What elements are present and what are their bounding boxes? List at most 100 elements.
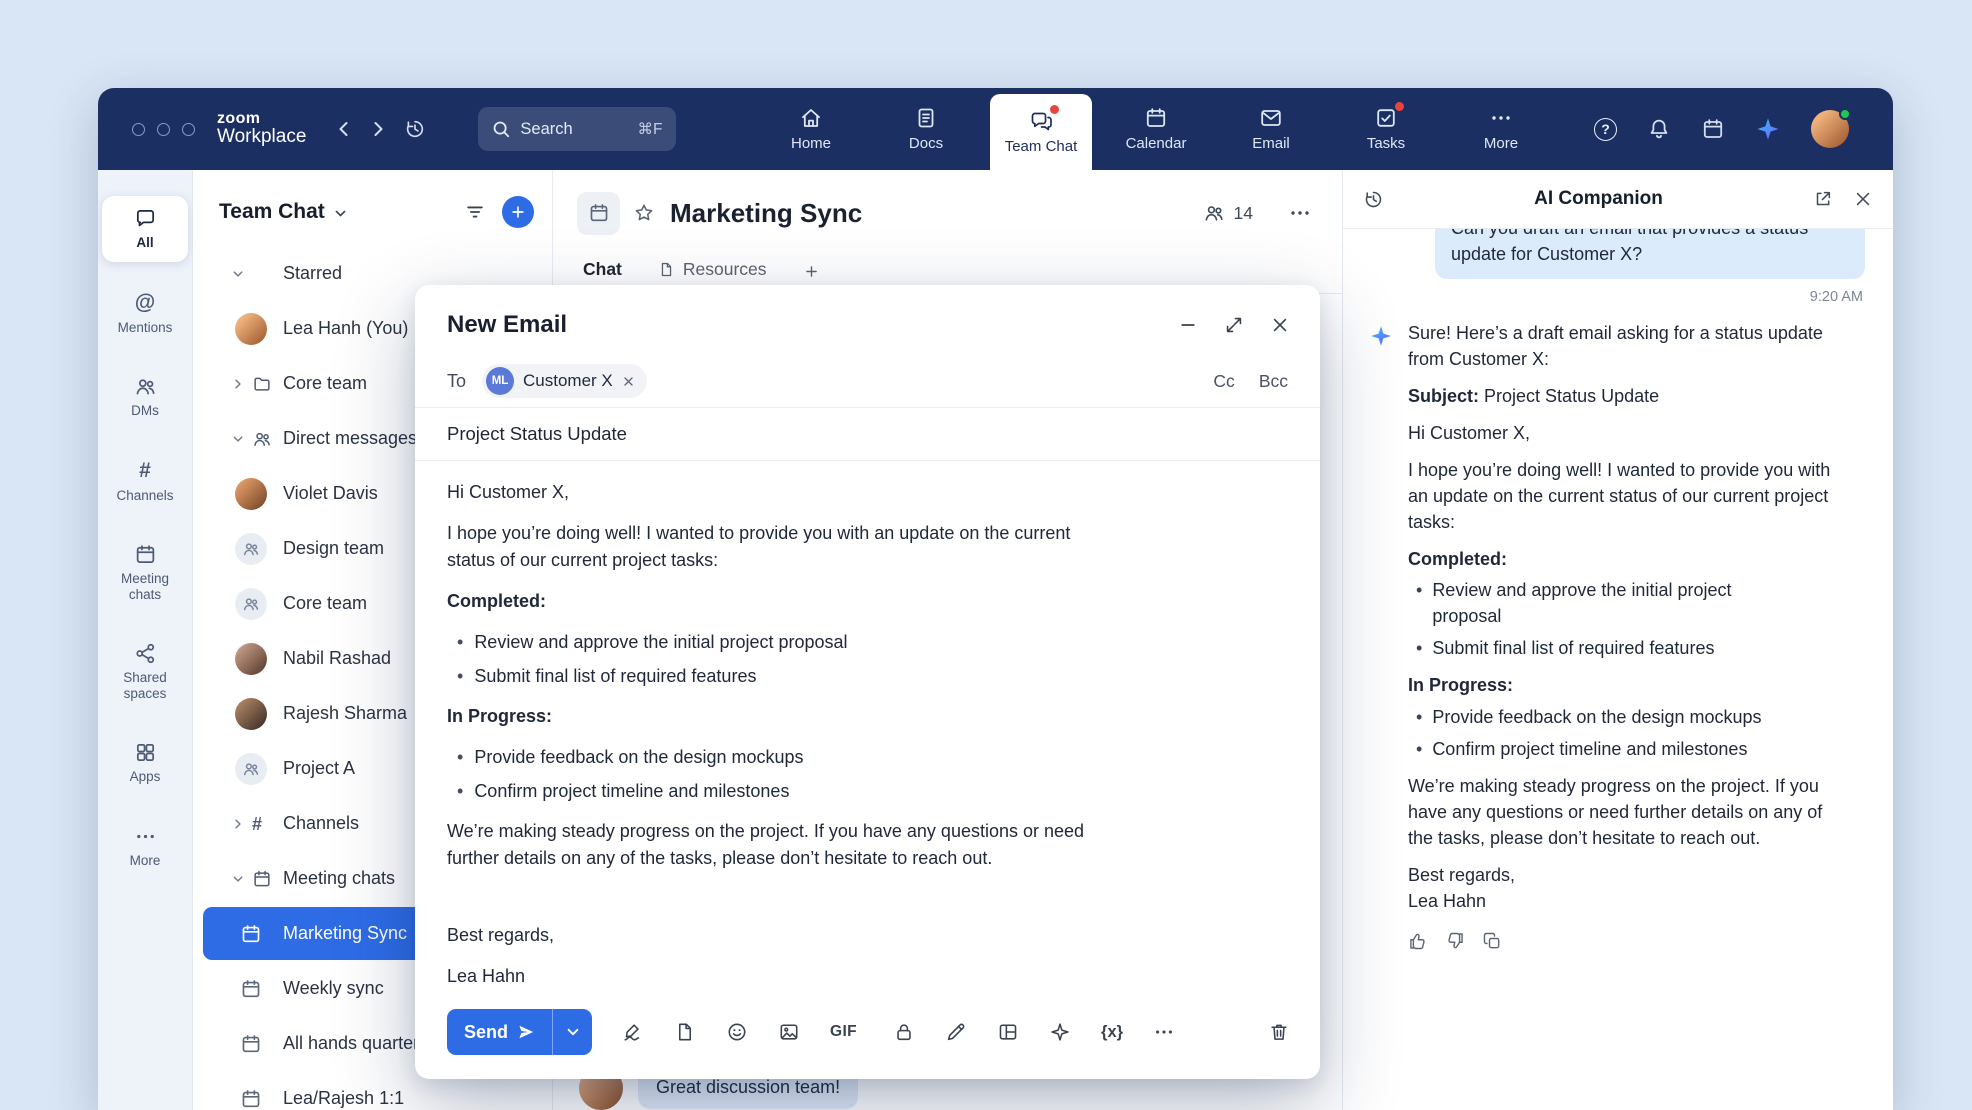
search-input[interactable]: Search ⌘F bbox=[478, 107, 676, 151]
caret-down-icon[interactable] bbox=[232, 268, 252, 280]
close-icon[interactable] bbox=[1853, 189, 1873, 209]
window-control-zoom[interactable] bbox=[182, 123, 195, 136]
ai-closing: We’re making steady progress on the proj… bbox=[1408, 774, 1840, 852]
bcc-button[interactable]: Bcc bbox=[1259, 371, 1288, 392]
new-chat-button[interactable] bbox=[502, 196, 534, 228]
filter-icon[interactable] bbox=[464, 201, 486, 223]
send-options-button[interactable] bbox=[552, 1009, 592, 1055]
attach-file-icon[interactable] bbox=[674, 1021, 696, 1043]
open-external-icon[interactable] bbox=[1813, 189, 1833, 209]
window-control-minimize[interactable] bbox=[157, 123, 170, 136]
list-item-text: Review and approve the initial project p… bbox=[1432, 578, 1801, 630]
send-button[interactable]: Send bbox=[447, 1009, 552, 1055]
docs-icon bbox=[914, 106, 938, 130]
cc-button[interactable]: Cc bbox=[1213, 371, 1234, 392]
back-arrow-icon[interactable] bbox=[334, 119, 354, 139]
chat-item-label: All hands quarterly bbox=[283, 1033, 432, 1054]
body-closing: We’re making steady progress on the proj… bbox=[447, 818, 1087, 872]
subject-input[interactable]: Project Status Update bbox=[415, 408, 1320, 461]
ai-completed-header: Completed: bbox=[1408, 547, 1840, 573]
nav-docs-label: Docs bbox=[909, 135, 943, 152]
chat-item-label: Lea Hanh (You) bbox=[283, 318, 408, 339]
discard-draft-icon[interactable] bbox=[1268, 1021, 1290, 1043]
meeting-calendar-icon bbox=[252, 869, 283, 889]
copy-icon[interactable] bbox=[1482, 931, 1502, 951]
ai-paragraph: I hope you’re doing well! I wanted to pr… bbox=[1408, 458, 1840, 536]
star-icon[interactable] bbox=[633, 202, 655, 224]
user-avatar[interactable] bbox=[1811, 110, 1849, 148]
signature-icon[interactable] bbox=[622, 1021, 644, 1043]
brand-zoom: zoom bbox=[217, 110, 306, 127]
toolbar-more-icon[interactable] bbox=[1153, 1021, 1175, 1043]
gif-button[interactable]: GIF bbox=[830, 1023, 857, 1041]
thumbs-down-icon[interactable] bbox=[1445, 931, 1465, 951]
caret-right-icon[interactable] bbox=[232, 378, 252, 390]
meeting-chat-icon bbox=[235, 978, 267, 1000]
minimize-icon[interactable] bbox=[1178, 315, 1198, 335]
forward-arrow-icon[interactable] bbox=[368, 119, 388, 139]
rail-item-apps[interactable]: Apps bbox=[102, 730, 188, 796]
thumbs-up-icon[interactable] bbox=[1408, 931, 1428, 951]
ai-signoff: Best regards, bbox=[1408, 863, 1840, 889]
list-item: Submit final list of required features bbox=[1416, 636, 1801, 662]
caret-right-icon[interactable] bbox=[232, 818, 252, 830]
rail-item-shared-spaces[interactable]: Shared spaces bbox=[102, 631, 188, 712]
ai-compose-sparkle-icon[interactable] bbox=[1049, 1021, 1071, 1043]
expand-icon[interactable] bbox=[1224, 315, 1244, 335]
tab-resources-label: Resources bbox=[683, 259, 767, 280]
edit-pencil-icon[interactable] bbox=[945, 1021, 967, 1043]
recipient-row[interactable]: To ML Customer X Cc Bcc bbox=[415, 355, 1320, 408]
nav-docs[interactable]: Docs bbox=[875, 88, 977, 170]
close-icon[interactable] bbox=[1270, 315, 1290, 335]
recipient-chip[interactable]: ML Customer X bbox=[482, 364, 647, 398]
chat-more-icon[interactable] bbox=[1288, 201, 1312, 225]
history-nav bbox=[334, 119, 388, 139]
email-icon bbox=[1259, 106, 1283, 130]
email-body-editor[interactable]: Hi Customer X, I hope you’re doing well!… bbox=[415, 461, 1320, 997]
ai-sparkle-icon bbox=[1369, 321, 1395, 951]
rail-item-all[interactable]: All bbox=[102, 196, 188, 262]
rail-item-meeting-chats[interactable]: Meeting chats bbox=[102, 532, 188, 613]
nav-calendar[interactable]: Calendar bbox=[1105, 88, 1207, 170]
help-icon[interactable]: ? bbox=[1594, 118, 1617, 141]
history-clock-icon[interactable] bbox=[1363, 189, 1384, 210]
caret-down-icon[interactable] bbox=[232, 873, 252, 885]
nav-tasks[interactable]: Tasks bbox=[1335, 88, 1437, 170]
notifications-bell-icon[interactable] bbox=[1647, 117, 1671, 141]
template-layout-icon[interactable] bbox=[997, 1021, 1019, 1043]
schedule-calendar-icon[interactable] bbox=[1701, 117, 1725, 141]
ai-feedback-actions bbox=[1408, 931, 1840, 951]
history-icon[interactable] bbox=[404, 118, 426, 140]
ai-response: Sure! Here’s a draft email asking for a … bbox=[1369, 321, 1867, 951]
sidebar-title[interactable]: Team Chat bbox=[219, 200, 325, 224]
caret-down-icon[interactable] bbox=[232, 433, 252, 445]
window-control-close[interactable] bbox=[132, 123, 145, 136]
nav-email[interactable]: Email bbox=[1220, 88, 1322, 170]
body-greeting: Hi Customer X, bbox=[447, 479, 1087, 506]
rail-item-mentions[interactable]: @ Mentions bbox=[102, 280, 188, 347]
rail-item-more[interactable]: More bbox=[102, 814, 188, 880]
emoji-icon[interactable] bbox=[726, 1021, 748, 1043]
nav-home[interactable]: Home bbox=[760, 88, 862, 170]
group-avatar-icon bbox=[235, 533, 267, 565]
send-plane-icon bbox=[517, 1023, 535, 1041]
lock-icon[interactable] bbox=[893, 1021, 915, 1043]
calendar-icon bbox=[1144, 106, 1168, 130]
remove-recipient-icon[interactable] bbox=[622, 375, 635, 388]
members-icon[interactable] bbox=[1203, 202, 1225, 224]
rail-item-channels[interactable]: # Channels bbox=[102, 448, 188, 515]
meeting-chat-icon bbox=[235, 1033, 267, 1055]
section-channels-label: Channels bbox=[283, 813, 359, 834]
member-count[interactable]: 14 bbox=[1234, 203, 1253, 224]
ai-companion-panel: AI Companion Can you draft an email that… bbox=[1342, 170, 1893, 1110]
variables-button[interactable]: {x} bbox=[1101, 1023, 1123, 1042]
chevron-down-icon[interactable] bbox=[334, 204, 347, 220]
resources-icon bbox=[658, 261, 675, 278]
nav-team-chat[interactable]: Team Chat bbox=[990, 94, 1092, 170]
avatar bbox=[235, 643, 267, 675]
image-icon[interactable] bbox=[778, 1021, 800, 1043]
at-icon: @ bbox=[135, 291, 155, 315]
ai-companion-sparkle-icon[interactable] bbox=[1755, 116, 1781, 142]
nav-more[interactable]: More bbox=[1450, 88, 1552, 170]
rail-item-dms[interactable]: DMs bbox=[102, 364, 188, 430]
